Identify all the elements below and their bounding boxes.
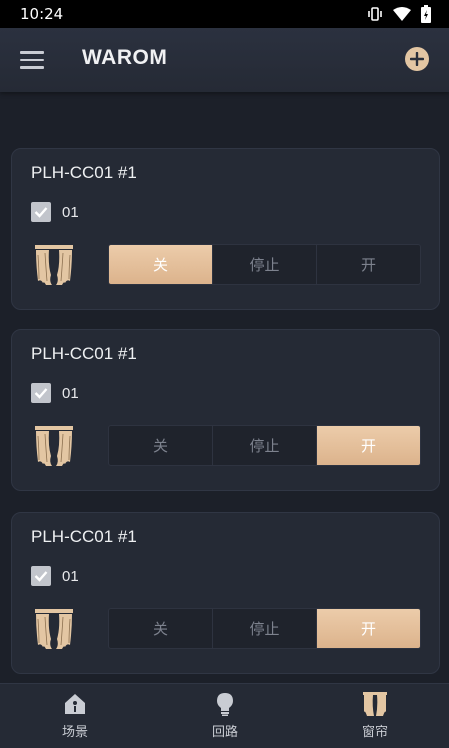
status-time: 10:24 <box>20 5 64 23</box>
scene-house-icon <box>65 694 85 714</box>
device-checkbox-label: 01 <box>62 204 79 221</box>
hamburger-menu-icon[interactable] <box>20 51 44 69</box>
checkmark-icon <box>34 388 48 399</box>
curtain-control-group: 关停止开 <box>108 425 421 466</box>
device-title: PLH-CC01 #1 <box>31 163 137 182</box>
nav-item-curtain[interactable]: 窗帘 <box>320 684 430 748</box>
curtain-control-group: 关停止开 <box>108 244 421 285</box>
bottom-nav: 场景 回路 窗帘 <box>0 683 449 748</box>
add-device-button[interactable] <box>405 47 429 71</box>
curtain-control-group: 关停止开 <box>108 608 421 649</box>
device-card: PLH-CC01 #1 01 关停止开 <box>11 329 440 491</box>
battery-charging-icon <box>421 5 431 23</box>
nav-label-curtain: 窗帘 <box>361 725 388 740</box>
open-button[interactable]: 开 <box>317 245 420 284</box>
nav-item-scene[interactable]: 场景 <box>20 684 130 748</box>
lightbulb-icon <box>217 693 233 716</box>
curtain-icon <box>363 692 387 716</box>
stop-button[interactable]: 停止 <box>213 426 317 465</box>
stop-button[interactable]: 停止 <box>213 245 317 284</box>
checkmark-icon <box>34 207 48 218</box>
nav-label-scene: 场景 <box>61 725 88 740</box>
close-button[interactable]: 关 <box>109 609 213 648</box>
device-checkbox-label: 01 <box>62 385 79 402</box>
curtain-icon <box>35 609 73 649</box>
wifi-icon <box>393 7 411 21</box>
nav-label-circuit: 回路 <box>211 725 238 740</box>
status-icons <box>367 5 431 23</box>
app-title: WAROM <box>82 46 168 69</box>
add-circle-icon <box>410 52 424 66</box>
curtain-icon <box>35 245 73 285</box>
device-title: PLH-CC01 #1 <box>31 344 137 363</box>
nav-item-circuit[interactable]: 回路 <box>170 684 280 748</box>
open-button[interactable]: 开 <box>317 426 420 465</box>
close-button[interactable]: 关 <box>109 245 213 284</box>
stop-button[interactable]: 停止 <box>213 609 317 648</box>
device-checkbox[interactable] <box>31 202 51 222</box>
device-title: PLH-CC01 #1 <box>31 527 137 546</box>
device-card: PLH-CC01 #1 01 关停止开 <box>11 512 440 674</box>
app-bar: WAROM <box>0 28 449 92</box>
device-checkbox[interactable] <box>31 383 51 403</box>
device-card: PLH-CC01 #1 01 关停止开 <box>11 148 440 310</box>
status-bar: 10:24 <box>0 0 449 28</box>
device-checkbox-label: 01 <box>62 568 79 585</box>
device-checkbox[interactable] <box>31 566 51 586</box>
vibrate-icon <box>368 7 382 21</box>
curtain-icon <box>35 426 73 466</box>
close-button[interactable]: 关 <box>109 426 213 465</box>
open-button[interactable]: 开 <box>317 609 420 648</box>
checkmark-icon <box>34 571 48 582</box>
